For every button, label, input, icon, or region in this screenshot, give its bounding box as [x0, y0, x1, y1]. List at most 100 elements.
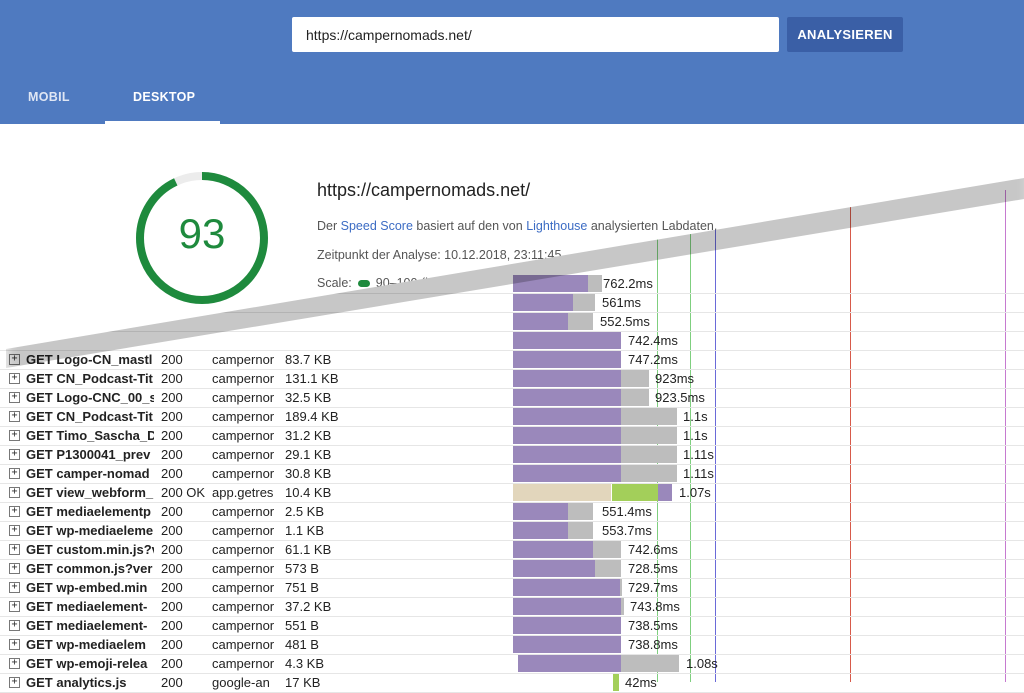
status-code: 200 — [161, 428, 183, 443]
domain: campernor — [212, 428, 275, 443]
waterfall-row: + GET mediaelementp 200 campernor 2.5 KB… — [0, 502, 1024, 522]
status-code: 200 — [161, 580, 183, 595]
analyze-button[interactable]: ANALYSIEREN — [787, 17, 903, 52]
expand-icon[interactable]: + — [9, 373, 20, 384]
tab-desktop[interactable]: DESKTOP — [133, 90, 195, 104]
size: 751 B — [285, 580, 319, 595]
waterfall-row: + GET CN_Podcast-Tit 200 campernor 131.1… — [0, 369, 1024, 389]
timing-label: 42ms — [625, 675, 657, 690]
size: 10.4 KB — [285, 485, 332, 500]
domain: app.getres — [212, 485, 274, 500]
expand-icon[interactable]: + — [9, 677, 20, 688]
status-code: 200 — [161, 542, 183, 557]
status-code: 200 — [161, 466, 183, 481]
domain: campernor — [212, 542, 275, 557]
waterfall-row: + GET Timo_Sascha_D 200 campernor 31.2 K… — [0, 426, 1024, 446]
request-label[interactable]: GET mediaelementp — [26, 504, 154, 519]
timing-label: 553.7ms — [602, 523, 652, 538]
status-code: 200 — [161, 352, 183, 367]
request-label[interactable]: GET wp-mediaeleme — [26, 523, 154, 538]
timing-label: 1.11s — [683, 447, 714, 462]
expand-icon[interactable]: + — [9, 544, 20, 555]
request-label[interactable]: GET wp-embed.min — [26, 580, 154, 595]
request-label[interactable]: GET camper-nomad — [26, 466, 154, 481]
app-header: ANALYSIEREN MOBIL DESKTOP — [0, 0, 1024, 124]
timing-label: 729.7ms — [628, 580, 678, 595]
lighthouse-link[interactable]: Lighthouse — [526, 219, 587, 233]
expand-icon[interactable]: + — [9, 411, 20, 422]
request-label[interactable]: GET Timo_Sascha_D — [26, 428, 154, 443]
size: 573 B — [285, 561, 319, 576]
request-label[interactable]: GET wp-mediaelem — [26, 637, 154, 652]
timing-label: 743.8ms — [630, 599, 680, 614]
domain: google-an — [212, 675, 270, 690]
status-code: 200 — [161, 618, 183, 633]
expand-icon[interactable]: + — [9, 601, 20, 612]
tab-mobil[interactable]: MOBIL — [28, 90, 70, 104]
status-code: 200 — [161, 409, 183, 424]
status-code: 200 — [161, 656, 183, 671]
request-label[interactable]: GET CN_Podcast-Tit — [26, 409, 154, 424]
expand-icon[interactable]: + — [9, 506, 20, 517]
waterfall-row: + GET wp-mediaeleme 200 campernor 1.1 KB… — [0, 521, 1024, 541]
timing-label: 738.8ms — [628, 637, 678, 652]
request-label[interactable]: GET mediaelement- — [26, 599, 154, 614]
domain: campernor — [212, 466, 275, 481]
expand-icon[interactable]: + — [9, 525, 20, 536]
waterfall-row: + GET camper-nomad 200 campernor 30.8 KB… — [0, 464, 1024, 484]
expand-icon[interactable]: + — [9, 658, 20, 669]
url-input[interactable] — [292, 17, 779, 52]
request-label[interactable]: GET wp-emoji-relea — [26, 656, 154, 671]
waterfall-row: + GET wp-embed.min 200 campernor 751 B 7… — [0, 578, 1024, 598]
timing-label: 1.11s — [683, 466, 714, 481]
timing-label: 551.4ms — [602, 504, 652, 519]
expand-icon[interactable]: + — [9, 563, 20, 574]
timing-label: 762.2ms — [603, 276, 653, 291]
timing-label: 738.5ms — [628, 618, 678, 633]
status-code: 200 — [161, 504, 183, 519]
score-value: 93 — [178, 210, 226, 257]
request-label[interactable]: GET analytics.js — [26, 675, 154, 690]
speed-score-link[interactable]: Speed Score — [341, 219, 413, 233]
status-code: 200 — [161, 637, 183, 652]
status-code: 200 OK — [161, 485, 206, 500]
size: 551 B — [285, 618, 319, 633]
waterfall-row: + GET common.js?ver 200 campernor 573 B … — [0, 559, 1024, 579]
size: 2.5 KB — [285, 504, 325, 519]
request-label[interactable]: GET Logo-CNC_00_s — [26, 390, 154, 405]
status-code: 200 — [161, 371, 183, 386]
waterfall-row: + GET wp-mediaelem 200 campernor 481 B 7… — [0, 635, 1024, 655]
domain: campernor — [212, 599, 275, 614]
expand-icon[interactable]: + — [9, 392, 20, 403]
request-label[interactable]: GET mediaelement- — [26, 618, 154, 633]
size: 83.7 KB — [285, 352, 332, 367]
expand-icon[interactable]: + — [9, 468, 20, 479]
size: 29.1 KB — [285, 447, 332, 462]
high-score-legend-icon — [357, 280, 370, 288]
timing-label: 728.5ms — [628, 561, 678, 576]
request-label[interactable]: GET view_webform_ — [26, 485, 154, 500]
timing-label: 1.07s — [679, 485, 711, 500]
expand-icon[interactable]: + — [9, 582, 20, 593]
domain: campernor — [212, 409, 275, 424]
expand-icon[interactable]: + — [9, 449, 20, 460]
size: 31.2 KB — [285, 428, 332, 443]
size: 17 KB — [285, 675, 321, 690]
status-code: 200 — [161, 599, 183, 614]
timing-label: 923.5ms — [655, 390, 705, 405]
request-label[interactable]: GET CN_Podcast-Tit — [26, 371, 154, 386]
expand-icon[interactable]: + — [9, 620, 20, 631]
expand-icon[interactable]: + — [9, 639, 20, 650]
status-code: 200 — [161, 523, 183, 538]
expand-icon[interactable]: + — [9, 430, 20, 441]
expand-icon[interactable]: + — [9, 487, 20, 498]
waterfall-row: + GET Logo-CNC_00_s 200 campernor 32.5 K… — [0, 388, 1024, 408]
waterfall-row: + GET P1300041_prev 200 campernor 29.1 K… — [0, 445, 1024, 465]
domain: campernor — [212, 580, 275, 595]
size: 30.8 KB — [285, 466, 332, 481]
request-label[interactable]: GET custom.min.js?v — [26, 542, 154, 557]
request-label[interactable]: GET common.js?ver — [26, 561, 154, 576]
domain: campernor — [212, 390, 275, 405]
request-label[interactable]: GET P1300041_prev — [26, 447, 154, 462]
size: 1.1 KB — [285, 523, 325, 538]
